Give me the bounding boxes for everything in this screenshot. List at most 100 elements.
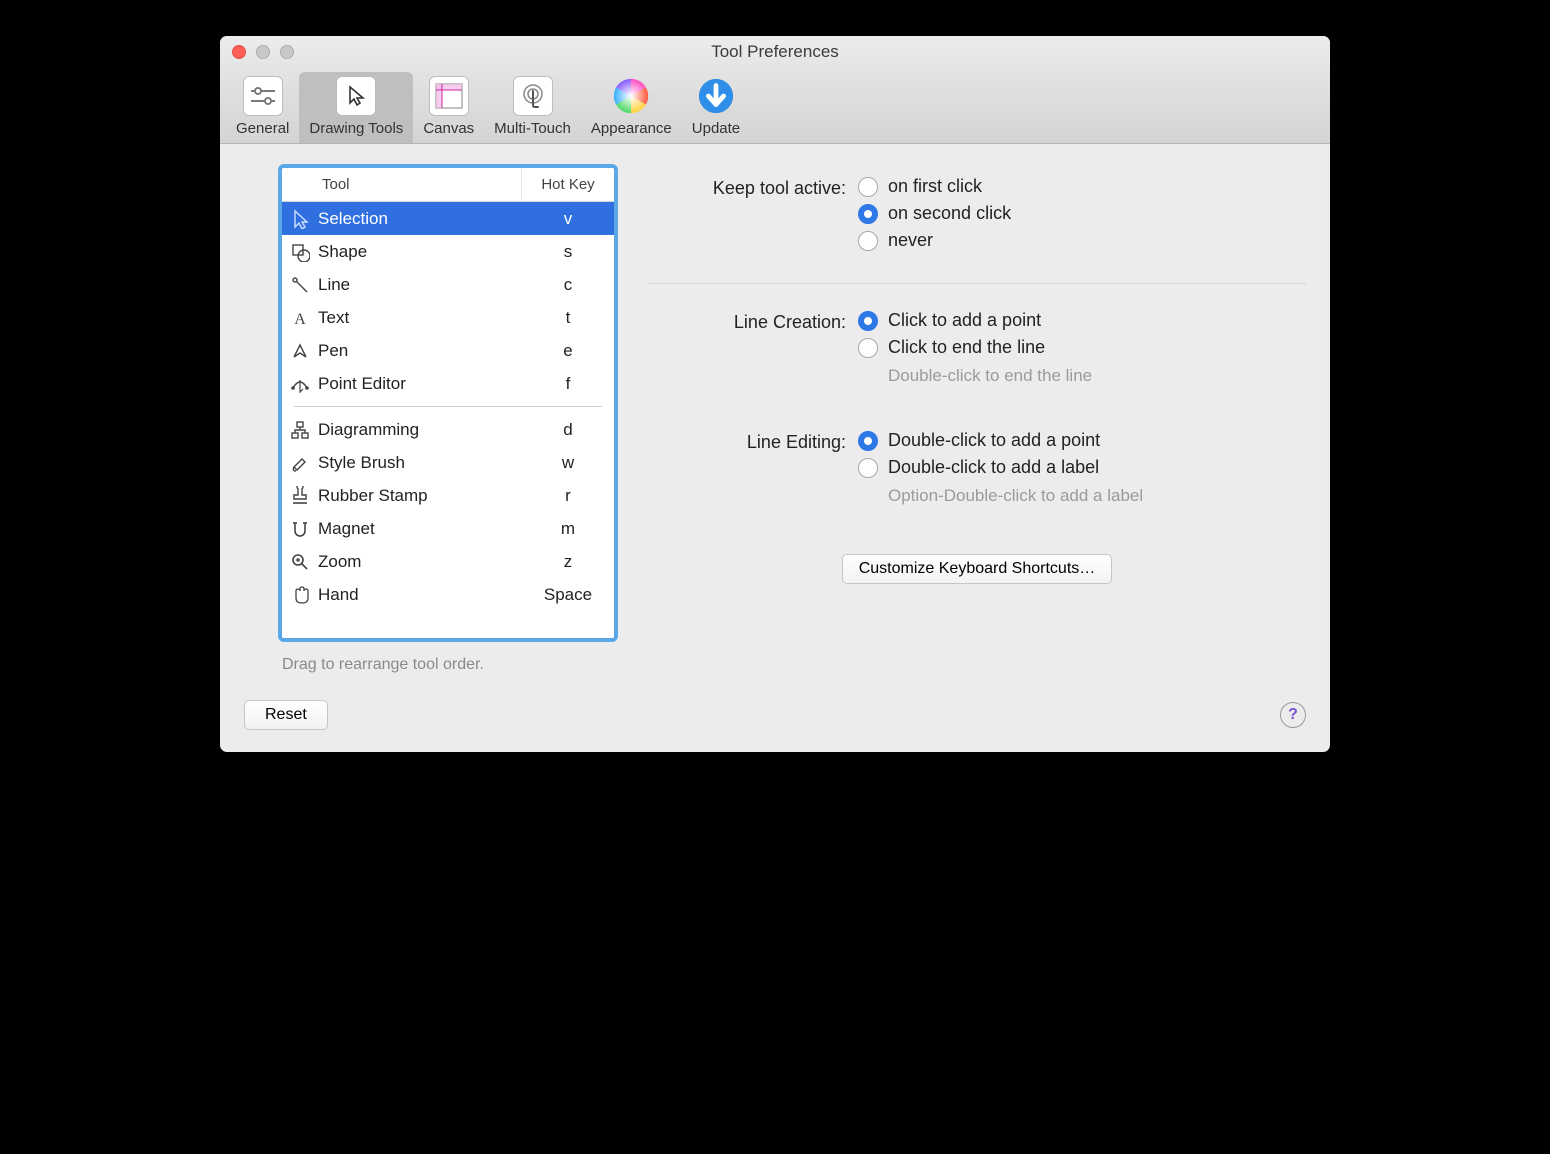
question-icon: ? bbox=[1288, 706, 1298, 724]
line-creation-radio-1[interactable] bbox=[858, 338, 878, 358]
reset-button[interactable]: Reset bbox=[244, 700, 328, 730]
list-separator bbox=[294, 406, 602, 407]
line-editing-option-1[interactable]: Double-click to add a label bbox=[858, 457, 1306, 478]
option-label: Double-click to add a point bbox=[888, 430, 1100, 451]
point-editor-icon bbox=[282, 374, 318, 394]
line-editing-radio-1[interactable] bbox=[858, 458, 878, 478]
tool-name: Line bbox=[318, 275, 522, 295]
tool-list-hint: Drag to rearrange tool order. bbox=[282, 656, 614, 674]
tool-name: Selection bbox=[318, 209, 522, 229]
option-label: never bbox=[888, 230, 933, 251]
tool-hotkey: z bbox=[522, 552, 614, 572]
tool-hotkey: e bbox=[522, 341, 614, 361]
line-editing-label: Line Editing: bbox=[648, 430, 858, 524]
download-arrow-icon bbox=[696, 76, 736, 116]
customize-keyboard-shortcuts-button[interactable]: Customize Keyboard Shortcuts… bbox=[842, 554, 1113, 584]
tab-drawing-tools[interactable]: Drawing Tools bbox=[299, 72, 413, 143]
tab-label: General bbox=[236, 120, 289, 137]
tool-row-zoom[interactable]: Zoomz bbox=[282, 545, 614, 578]
keep-active-option-0[interactable]: on first click bbox=[858, 176, 1306, 197]
content-area: Tool Hot Key SelectionvShapesLinecATextt… bbox=[220, 144, 1330, 700]
keep-active-label: Keep tool active: bbox=[648, 176, 858, 257]
tool-hotkey: Space bbox=[522, 585, 614, 605]
keep-active-radio-1[interactable] bbox=[858, 204, 878, 224]
line-creation-option-0[interactable]: Click to add a point bbox=[858, 310, 1306, 331]
tool-list[interactable]: Tool Hot Key SelectionvShapesLinecATextt… bbox=[278, 164, 618, 642]
option-label: Click to add a point bbox=[888, 310, 1041, 331]
tool-name: Magnet bbox=[318, 519, 522, 539]
tool-hotkey: d bbox=[522, 420, 614, 440]
shape-icon bbox=[282, 242, 318, 262]
hand-icon bbox=[282, 585, 318, 605]
tool-hotkey: f bbox=[522, 374, 614, 394]
tab-multitouch[interactable]: Multi-Touch bbox=[484, 72, 581, 143]
rubber-stamp-icon bbox=[282, 486, 318, 506]
tool-name: Shape bbox=[318, 242, 522, 262]
tool-name: Pen bbox=[318, 341, 522, 361]
tab-canvas[interactable]: Canvas bbox=[413, 72, 484, 143]
line-creation-hint: Double-click to end the line bbox=[888, 366, 1306, 386]
tool-row-magnet[interactable]: Magnetm bbox=[282, 512, 614, 545]
keep-active-option-1[interactable]: on second click bbox=[858, 203, 1306, 224]
tool-row-hand[interactable]: HandSpace bbox=[282, 578, 614, 611]
footer: Reset ? bbox=[220, 700, 1330, 752]
tool-row-shape[interactable]: Shapes bbox=[282, 235, 614, 268]
keep-active-option-2[interactable]: never bbox=[858, 230, 1306, 251]
settings-panel: Keep tool active: on first click on secon… bbox=[648, 164, 1306, 688]
style-brush-icon bbox=[282, 453, 318, 473]
tool-row-rubber-stamp[interactable]: Rubber Stampr bbox=[282, 479, 614, 512]
tool-name: Zoom bbox=[318, 552, 522, 572]
zoom-icon bbox=[282, 552, 318, 572]
sliders-icon bbox=[243, 76, 283, 116]
keep-active-radio-0[interactable] bbox=[858, 177, 878, 197]
pen-icon bbox=[282, 341, 318, 361]
line-creation-radio-0[interactable] bbox=[858, 311, 878, 331]
tool-hotkey: s bbox=[522, 242, 614, 262]
tab-label: Canvas bbox=[423, 120, 474, 137]
tab-label: Update bbox=[692, 120, 740, 137]
option-label: Double-click to add a label bbox=[888, 457, 1099, 478]
line-editing-option-0[interactable]: Double-click to add a point bbox=[858, 430, 1306, 451]
tool-row-diagramming[interactable]: Diagrammingd bbox=[282, 413, 614, 446]
tool-hotkey: t bbox=[522, 308, 614, 328]
line-creation-option-1[interactable]: Click to end the line bbox=[858, 337, 1306, 358]
tool-row-line[interactable]: Linec bbox=[282, 268, 614, 301]
touch-icon bbox=[513, 76, 553, 116]
preferences-toolbar: General Drawing Tools Canvas Multi-Touch… bbox=[220, 68, 1330, 144]
svg-text:A: A bbox=[294, 311, 306, 328]
line-creation-label: Line Creation: bbox=[648, 310, 858, 404]
line-icon bbox=[282, 275, 318, 295]
canvas-icon bbox=[429, 76, 469, 116]
tab-label: Multi-Touch bbox=[494, 120, 571, 137]
column-tool[interactable]: Tool bbox=[318, 168, 522, 201]
tool-name: Style Brush bbox=[318, 453, 522, 473]
diagramming-icon bbox=[282, 420, 318, 440]
tab-update[interactable]: Update bbox=[682, 72, 750, 143]
tool-row-pen[interactable]: Pene bbox=[282, 334, 614, 367]
tool-row-style-brush[interactable]: Style Brushw bbox=[282, 446, 614, 479]
help-button[interactable]: ? bbox=[1280, 702, 1306, 728]
line-editing-radio-0[interactable] bbox=[858, 431, 878, 451]
divider bbox=[648, 283, 1306, 284]
tool-row-cursor[interactable]: Selectionv bbox=[282, 202, 614, 235]
tool-row-text[interactable]: ATextt bbox=[282, 301, 614, 334]
cursor-icon bbox=[282, 209, 318, 229]
window-title: Tool Preferences bbox=[220, 42, 1330, 62]
option-label: on second click bbox=[888, 203, 1011, 224]
tab-label: Drawing Tools bbox=[309, 120, 403, 137]
keep-active-radio-2[interactable] bbox=[858, 231, 878, 251]
tool-hotkey: w bbox=[522, 453, 614, 473]
column-hotkey[interactable]: Hot Key bbox=[522, 168, 614, 201]
tool-hotkey: v bbox=[522, 209, 614, 229]
option-label: on first click bbox=[888, 176, 982, 197]
line-editing-hint: Option-Double-click to add a label bbox=[888, 486, 1306, 506]
tool-name: Rubber Stamp bbox=[318, 486, 522, 506]
tab-appearance[interactable]: Appearance bbox=[581, 72, 682, 143]
tab-general[interactable]: General bbox=[226, 72, 299, 143]
color-wheel-icon bbox=[611, 76, 651, 116]
magnet-icon bbox=[282, 519, 318, 539]
tool-name: Point Editor bbox=[318, 374, 522, 394]
titlebar: Tool Preferences bbox=[220, 36, 1330, 68]
tool-row-point-editor[interactable]: Point Editorf bbox=[282, 367, 614, 400]
tool-list-header: Tool Hot Key bbox=[282, 168, 614, 202]
